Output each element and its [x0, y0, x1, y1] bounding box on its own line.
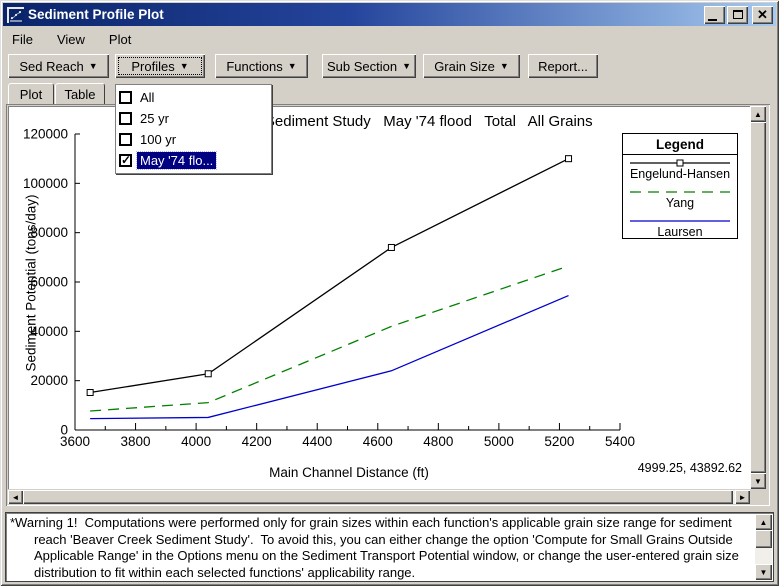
legend-label: Laursen [623, 225, 737, 239]
x-tick-label: 4400 [302, 434, 332, 449]
x-tick-label: 4000 [181, 434, 211, 449]
legend-label: Yang [623, 196, 737, 210]
x-axis-label: Main Channel Distance (ft) [189, 465, 509, 480]
tab-table[interactable]: Table [55, 83, 105, 104]
profile-option-25yr[interactable]: 25 yr [119, 108, 271, 129]
menu-view[interactable]: View [49, 30, 93, 49]
scrollbar-thumb[interactable] [750, 122, 766, 473]
profile-option-all[interactable]: All [119, 87, 271, 108]
scroll-right-icon[interactable]: ► [735, 490, 750, 504]
x-tick-label: 5200 [544, 434, 574, 449]
menu-file[interactable]: File [4, 30, 41, 49]
legend-title: Legend [623, 134, 737, 155]
functions-dropdown-button[interactable]: Functions ▼ [215, 54, 308, 78]
x-tick-label: 5000 [484, 434, 514, 449]
maximize-button[interactable] [727, 6, 748, 24]
warning-vertical-scrollbar[interactable]: ▲ ▼ [755, 514, 772, 580]
window-title: Sediment Profile Plot [28, 7, 702, 22]
scrollbar-thumb[interactable] [755, 530, 772, 548]
titlebar[interactable]: Sediment Profile Plot ✕ [3, 3, 776, 26]
close-button[interactable]: ✕ [752, 6, 773, 24]
checkbox-icon[interactable] [119, 112, 132, 125]
series-line-engelund-hansen[interactable] [90, 159, 568, 393]
series-line-laursen[interactable] [90, 296, 568, 419]
checkbox-icon[interactable] [119, 91, 132, 104]
functions-label: Functions [226, 59, 282, 74]
scroll-left-icon[interactable]: ◄ [8, 490, 23, 504]
dropdown-arrow-icon: ▼ [500, 61, 509, 71]
grain-size-dropdown-button[interactable]: Grain Size ▼ [423, 54, 520, 78]
sediment-profile-plot-window: Sediment Profile Plot ✕ File View Plot S… [0, 0, 779, 586]
menu-plot[interactable]: Plot [101, 30, 139, 49]
scroll-up-icon[interactable]: ▲ [755, 514, 772, 530]
legend-entry: Yang [623, 187, 737, 213]
data-point-marker[interactable] [87, 390, 93, 396]
dropdown-arrow-icon: ▼ [180, 61, 189, 71]
x-tick-label: 4800 [423, 434, 453, 449]
y-tick-label: 120000 [23, 127, 68, 142]
legend-label: Engelund-Hansen [623, 167, 737, 181]
y-axis-label: Sediment Potential (tons/day) [24, 194, 39, 371]
x-tick-label: 3800 [121, 434, 151, 449]
profile-option-label: 100 yr [137, 131, 179, 148]
x-tick-label: 5400 [605, 434, 635, 449]
profiles-label: Profiles [131, 59, 174, 74]
warning-text: *Warning 1! Computations were performed … [10, 515, 746, 581]
legend-entry: Laursen [623, 216, 737, 242]
scroll-down-icon[interactable]: ▼ [755, 564, 772, 580]
profile-option-label: All [137, 89, 157, 106]
profile-option-may74-flood[interactable]: May '74 flo... [119, 150, 271, 171]
maximize-icon [733, 10, 743, 19]
legend-box: Legend Engelund-Hansen Yang Laursen [622, 133, 738, 239]
y-tick-label: 100000 [23, 176, 68, 191]
app-line-chart-icon [7, 7, 24, 23]
warning-message-box[interactable]: *Warning 1! Computations were performed … [5, 512, 774, 582]
x-tick-label: 4600 [363, 434, 393, 449]
tab-plot[interactable]: Plot [8, 83, 54, 104]
series-line-yang[interactable] [90, 266, 568, 411]
menubar: File View Plot [4, 29, 774, 49]
report-label: Report... [538, 59, 588, 74]
close-icon: ✕ [757, 8, 768, 21]
profiles-dropdown-list: All 25 yr 100 yr May '74 flo... [115, 84, 272, 174]
checkbox-icon[interactable] [119, 133, 132, 146]
profile-option-label: 25 yr [137, 110, 172, 127]
data-point-marker[interactable] [388, 244, 394, 250]
legend-entry: Engelund-Hansen [623, 158, 737, 184]
dropdown-arrow-icon: ▼ [288, 61, 297, 71]
dropdown-arrow-icon: ▼ [402, 61, 411, 71]
minimize-button[interactable] [704, 6, 725, 24]
sub-section-label: Sub Section [327, 59, 397, 74]
data-point-marker[interactable] [566, 156, 572, 162]
scrollbar-thumb[interactable] [23, 490, 733, 504]
scroll-up-icon[interactable]: ▲ [750, 106, 766, 122]
data-point-marker[interactable] [205, 371, 211, 377]
report-button[interactable]: Report... [528, 54, 598, 78]
profile-option-100yr[interactable]: 100 yr [119, 129, 271, 150]
sed-reach-dropdown-button[interactable]: Sed Reach ▼ [8, 54, 109, 78]
legend-entries: Engelund-Hansen Yang Laursen [623, 158, 737, 242]
minimize-icon [708, 19, 717, 21]
cursor-coordinates: 4999.25, 43892.62 [638, 461, 742, 475]
sed-reach-label: Sed Reach [19, 59, 83, 74]
toolbar: Sed Reach ▼ Profiles ▼ Functions ▼ Sub S… [0, 53, 779, 80]
profiles-dropdown-button[interactable]: Profiles ▼ [115, 54, 205, 78]
x-tick-label: 4200 [242, 434, 272, 449]
dropdown-arrow-icon: ▼ [89, 61, 98, 71]
grain-size-label: Grain Size [434, 59, 495, 74]
sub-section-dropdown-button[interactable]: Sub Section ▼ [322, 54, 416, 78]
scroll-down-icon[interactable]: ▼ [750, 473, 766, 489]
checkbox-icon[interactable] [119, 154, 132, 167]
profile-option-label: May '74 flo... [137, 152, 216, 169]
y-tick-label: 20000 [30, 373, 68, 388]
x-tick-label: 3600 [60, 434, 90, 449]
